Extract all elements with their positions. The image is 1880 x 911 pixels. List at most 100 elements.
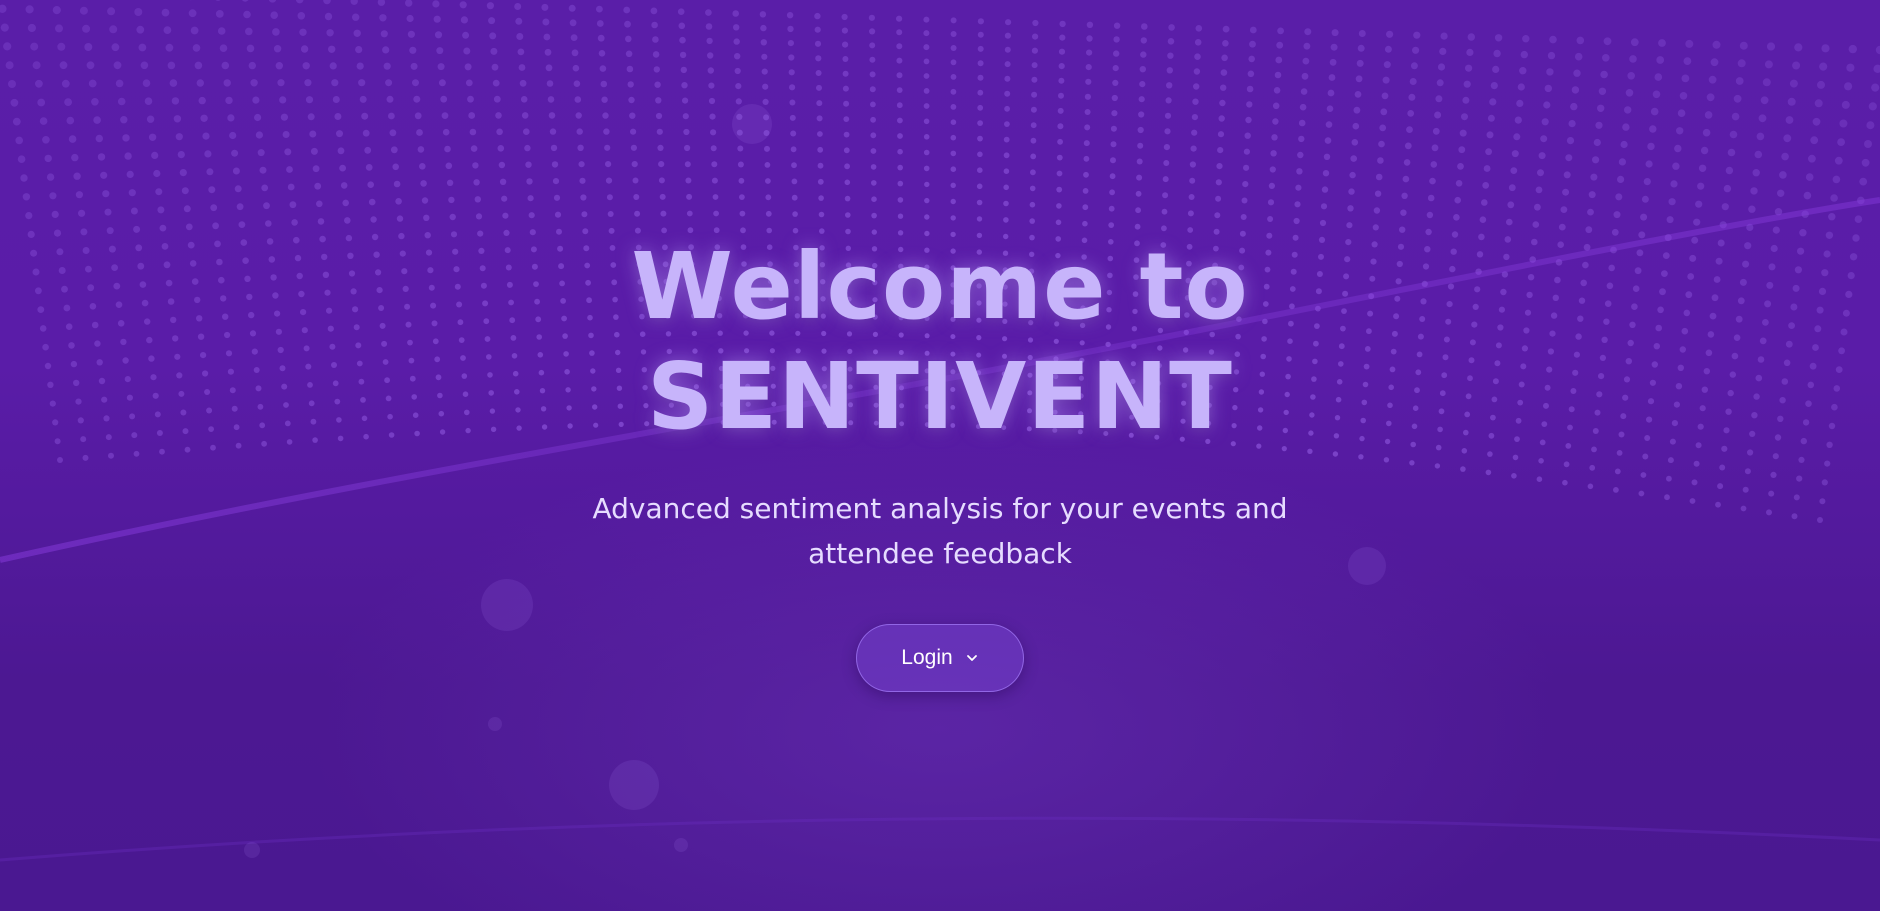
particle-dot: [1466, 48, 1474, 57]
particle-dot: [1243, 148, 1250, 155]
particle-dot: [1625, 89, 1634, 97]
particle-dot: [196, 79, 204, 87]
particle-dot: [1683, 57, 1692, 65]
particle-dot: [1481, 199, 1488, 206]
particle-dot: [1220, 69, 1228, 76]
particle-dot: [1794, 43, 1803, 52]
particle-dot: [603, 128, 610, 135]
particle-dot: [1056, 154, 1063, 161]
particle-dot: [359, 95, 367, 103]
particle-dot: [79, 6, 88, 15]
particle-dot: [683, 128, 690, 136]
particle-dot: [1841, 100, 1850, 109]
particle-dot: [444, 145, 451, 153]
particle-dot: [1029, 218, 1035, 224]
particle-dot: [764, 145, 770, 152]
particle-dot: [870, 116, 876, 123]
particle-dot: [1298, 135, 1305, 143]
particle-dot: [1455, 180, 1463, 187]
particle-dot: [1059, 34, 1066, 41]
particle-dot: [605, 161, 612, 168]
particle-dot: [1517, 83, 1525, 91]
particle-dot: [1839, 119, 1848, 128]
particle-dot: [10, 98, 19, 107]
particle-dot: [1329, 58, 1337, 66]
particle-dot: [1462, 96, 1470, 104]
particle-dot: [514, 3, 522, 10]
particle-dot: [598, 50, 606, 57]
particle-dot: [433, 15, 441, 23]
particle-dot: [1846, 63, 1855, 72]
particle-dot: [136, 25, 145, 34]
particle-dot: [869, 86, 876, 93]
particle-dot: [950, 166, 957, 172]
particle-dot: [3, 42, 12, 51]
particle-dot: [265, 220, 272, 227]
particle-dot: [12, 117, 21, 126]
particle-dot: [1706, 93, 1715, 102]
particle-dot: [977, 18, 985, 25]
particle-dot: [61, 79, 70, 88]
particle-dot: [368, 198, 376, 206]
particle-dot: [219, 44, 228, 52]
particle-dot: [1568, 120, 1576, 128]
particle-dot: [441, 112, 449, 119]
particle-dot: [1805, 173, 1814, 181]
particle-dot: [270, 11, 279, 19]
particle-dot: [682, 113, 689, 120]
particle-dot: [923, 88, 930, 94]
particle-dot: [37, 98, 46, 107]
particle-dot: [705, 23, 713, 30]
particle-dot: [1136, 158, 1143, 165]
particle-dot: [1086, 49, 1093, 56]
particle-dot: [1241, 197, 1248, 204]
particle-dot: [1677, 109, 1686, 117]
particle-dot: [1139, 66, 1147, 73]
particle-dot: [600, 80, 608, 88]
particle-dot: [1221, 54, 1228, 62]
particle-dot: [1082, 204, 1089, 211]
particle-dot: [1141, 23, 1148, 30]
particle-dot: [1030, 169, 1036, 176]
particle-dot: [541, 3, 549, 11]
particle-dot: [871, 196, 877, 202]
particle-dot: [1454, 196, 1461, 204]
particle-dot: [386, 95, 394, 103]
particle-dot: [1349, 171, 1356, 179]
particle-dot: [1082, 188, 1089, 194]
particle-dot: [1764, 60, 1773, 69]
particle-dot: [1453, 214, 1460, 221]
particle-dot: [1275, 56, 1283, 64]
particle-dot: [543, 33, 551, 41]
particle-dot: [581, 211, 588, 218]
particle-dot: [177, 151, 185, 159]
particle-dot: [1215, 195, 1222, 202]
particle-dot: [868, 14, 876, 21]
particle-dot: [734, 67, 741, 75]
particle-dot: [1565, 154, 1573, 162]
particle-dot: [1058, 63, 1065, 70]
particle-dot: [1110, 141, 1117, 148]
particle-dot: [350, 0, 358, 5]
particle-dot: [449, 213, 456, 221]
particle-dot: [574, 96, 582, 103]
particle-dot: [1597, 104, 1605, 113]
particle-dot: [1319, 219, 1327, 227]
particle-dot: [1708, 75, 1717, 84]
particle-dot: [250, 79, 258, 87]
particle-dot: [286, 166, 293, 173]
particle-dot: [64, 98, 72, 106]
particle-dot: [1272, 102, 1280, 110]
particle-dot: [1750, 187, 1758, 195]
particle-dot: [1055, 219, 1062, 226]
particle-dot: [167, 61, 176, 70]
particle-dot: [1412, 46, 1420, 54]
particle-dot: [1861, 158, 1870, 167]
login-button[interactable]: Login: [856, 624, 1024, 692]
particle-dot: [871, 180, 877, 186]
particle-dot: [1113, 36, 1120, 43]
particle-dot: [1003, 168, 1010, 174]
particle-dot: [390, 146, 398, 154]
particle-dot: [765, 210, 772, 217]
particle-dot: [370, 216, 377, 223]
